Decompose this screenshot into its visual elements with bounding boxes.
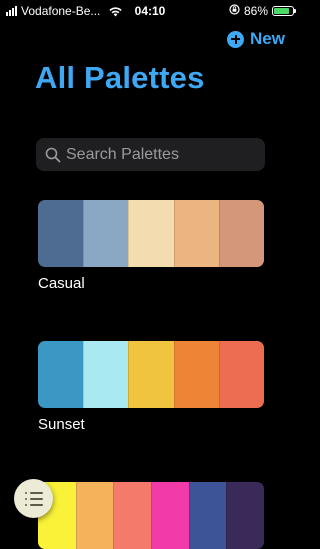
palette-card-sunset[interactable]: Sunset — [38, 341, 264, 433]
color-swatch — [83, 341, 129, 408]
palette-swatches[interactable] — [38, 482, 264, 549]
battery-percent: 86% — [243, 4, 268, 18]
palette-name: Casual — [38, 275, 85, 292]
color-swatch — [128, 341, 174, 408]
color-swatch — [151, 482, 189, 549]
new-button-label: New — [250, 29, 285, 48]
color-swatch — [75, 482, 114, 549]
search-input[interactable] — [66, 145, 256, 164]
page-title: All Palettes — [35, 60, 205, 95]
color-swatch — [38, 341, 84, 408]
color-swatch — [188, 482, 227, 549]
color-swatch — [218, 341, 264, 408]
palette-swatches[interactable] — [38, 341, 264, 408]
battery-charging-icon — [272, 6, 296, 16]
search-field[interactable] — [36, 138, 265, 171]
color-swatch — [218, 200, 264, 267]
search-icon — [43, 145, 63, 165]
status-right: 86% — [229, 4, 296, 18]
color-swatch — [128, 200, 174, 267]
palette-swatches[interactable] — [38, 200, 264, 267]
status-bar: Vodafone-Be... 04:10 86% — [0, 0, 300, 22]
list-icon — [24, 491, 43, 506]
palette-name: Sunset — [38, 416, 85, 433]
color-swatch — [83, 200, 129, 267]
color-swatch — [113, 482, 152, 549]
color-swatch — [226, 482, 264, 549]
plus-circle-icon — [227, 30, 245, 48]
orientation-lock-icon — [229, 4, 240, 18]
menu-button[interactable] — [14, 479, 53, 518]
color-swatch — [173, 200, 219, 267]
new-palette-button[interactable]: New — [227, 29, 285, 49]
palette-card-third[interactable] — [38, 482, 264, 549]
color-swatch — [38, 200, 84, 267]
palette-card-casual[interactable]: Casual — [38, 200, 264, 292]
color-swatch — [173, 341, 219, 408]
battery-level — [274, 8, 289, 14]
